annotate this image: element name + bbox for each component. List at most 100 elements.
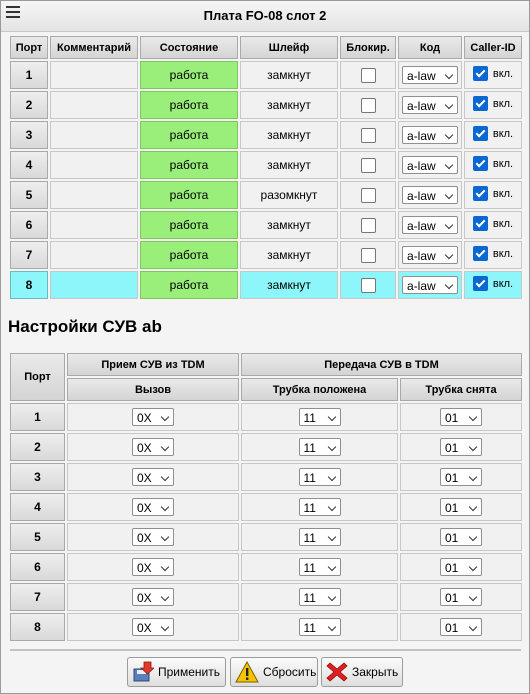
comment-cell[interactable] bbox=[50, 211, 138, 239]
caller-id-checkbox[interactable] bbox=[472, 156, 488, 171]
chevron-down-icon bbox=[327, 442, 336, 452]
suv-port-number: 6 bbox=[10, 553, 65, 581]
block-cell bbox=[340, 181, 396, 209]
caller-id-checkbox[interactable] bbox=[472, 126, 488, 141]
block-checkbox[interactable] bbox=[360, 247, 376, 263]
close-button[interactable]: Закрыть bbox=[321, 657, 403, 687]
off-hook-select[interactable]: 01 bbox=[440, 438, 482, 456]
comment-cell[interactable] bbox=[50, 151, 138, 179]
caller-id-toggle[interactable]: вкл. bbox=[472, 246, 513, 261]
call-select[interactable]: 0X bbox=[132, 588, 174, 606]
suv-col-on-hook: Трубка положена bbox=[241, 378, 398, 401]
comment-cell[interactable] bbox=[50, 271, 138, 299]
comment-cell[interactable] bbox=[50, 61, 138, 89]
on-hook-select-value: 11 bbox=[303, 561, 316, 575]
off-hook-select-value: 01 bbox=[445, 441, 459, 455]
loop-cell: замкнут bbox=[240, 91, 338, 119]
off-hook-select[interactable]: 01 bbox=[440, 618, 482, 636]
caller-id-checkbox[interactable] bbox=[472, 276, 488, 291]
on-hook-select[interactable]: 11 bbox=[298, 438, 341, 456]
code-select[interactable]: a-law bbox=[402, 246, 458, 264]
caller-id-toggle[interactable]: вкл. bbox=[472, 96, 514, 111]
on-hook-select[interactable]: 11 bbox=[298, 498, 341, 516]
comment-cell[interactable] bbox=[50, 241, 138, 269]
call-select-value: 0X bbox=[137, 561, 152, 575]
ports-row[interactable]: 7 работа замкнут a-law вкл. bbox=[10, 241, 522, 269]
code-select[interactable]: a-law bbox=[402, 216, 458, 234]
on-hook-cell: 11 bbox=[241, 403, 398, 431]
ports-row[interactable]: 8 работа замкнут a-law вкл. bbox=[10, 271, 522, 299]
ports-row[interactable]: 4 работа замкнут a-law вкл. bbox=[10, 151, 522, 179]
caller-id-toggle[interactable]: вкл. bbox=[472, 186, 513, 201]
comment-cell[interactable] bbox=[50, 91, 138, 119]
block-checkbox[interactable] bbox=[360, 277, 376, 293]
off-hook-cell: 01 bbox=[400, 433, 522, 461]
suv-row: 5 0X 11 01 bbox=[10, 523, 522, 551]
block-checkbox[interactable] bbox=[360, 97, 376, 113]
code-select[interactable]: a-law bbox=[402, 96, 458, 114]
caller-id-checkbox[interactable] bbox=[472, 216, 488, 231]
code-select[interactable]: a-law bbox=[402, 156, 458, 174]
call-select[interactable]: 0X bbox=[132, 558, 174, 576]
block-checkbox[interactable] bbox=[360, 187, 376, 203]
caller-id-checkbox[interactable] bbox=[472, 246, 488, 261]
comment-cell[interactable] bbox=[50, 121, 138, 149]
call-select[interactable]: 0X bbox=[132, 408, 174, 426]
ports-row[interactable]: 1 работа замкнут a-law вкл. bbox=[10, 61, 522, 89]
ports-row[interactable]: 2 работа замкнут a-law вкл. bbox=[10, 91, 522, 119]
on-hook-select[interactable]: 11 bbox=[298, 588, 341, 606]
off-hook-select[interactable]: 01 bbox=[440, 498, 482, 516]
port-number: 3 bbox=[10, 121, 48, 149]
state-cell: работа bbox=[140, 61, 238, 89]
block-cell bbox=[340, 241, 396, 269]
caller-id-checkbox[interactable] bbox=[472, 96, 488, 111]
caller-id-label: вкл. bbox=[492, 97, 514, 110]
block-checkbox[interactable] bbox=[360, 217, 376, 233]
caller-id-checkbox[interactable] bbox=[472, 66, 488, 81]
on-hook-select[interactable]: 11 bbox=[298, 558, 341, 576]
caller-id-toggle[interactable]: вкл. bbox=[472, 66, 513, 81]
caller-id-toggle[interactable]: вкл. bbox=[472, 156, 513, 171]
call-select[interactable]: 0X bbox=[132, 528, 174, 546]
off-hook-select-value: 01 bbox=[445, 531, 459, 545]
block-cell bbox=[340, 211, 396, 239]
call-select[interactable]: 0X bbox=[132, 618, 174, 636]
caller-id-toggle[interactable]: вкл. bbox=[472, 126, 513, 141]
off-hook-select[interactable]: 01 bbox=[440, 558, 482, 576]
call-select[interactable]: 0X bbox=[132, 498, 174, 516]
caller-id-toggle[interactable]: вкл. bbox=[472, 276, 513, 291]
close-label: Закрыть bbox=[352, 665, 399, 679]
ports-row[interactable]: 5 работа разомкнут a-law вкл. bbox=[10, 181, 522, 209]
comment-cell[interactable] bbox=[50, 181, 138, 209]
on-hook-select[interactable]: 11 bbox=[298, 618, 341, 636]
call-select[interactable]: 0X bbox=[132, 438, 174, 456]
suv-port-number: 7 bbox=[10, 583, 65, 611]
block-checkbox[interactable] bbox=[360, 127, 376, 143]
on-hook-select[interactable]: 11 bbox=[298, 408, 341, 426]
on-hook-select[interactable]: 11 bbox=[298, 468, 341, 486]
code-select-value: a-law bbox=[407, 129, 436, 143]
ports-row[interactable]: 6 работа замкнут a-law вкл. bbox=[10, 211, 522, 239]
on-hook-select[interactable]: 11 bbox=[298, 528, 341, 546]
code-select[interactable]: a-law bbox=[402, 126, 458, 144]
reset-button[interactable]: Сбросить bbox=[230, 657, 318, 687]
port-number: 6 bbox=[10, 211, 48, 239]
caller-id-checkbox[interactable] bbox=[472, 186, 488, 201]
block-checkbox[interactable] bbox=[360, 157, 376, 173]
off-hook-select-value: 01 bbox=[445, 501, 459, 515]
apply-button[interactable]: Применить bbox=[127, 657, 226, 687]
code-select[interactable]: a-law bbox=[402, 276, 458, 294]
block-checkbox[interactable] bbox=[360, 67, 376, 83]
caller-id-toggle[interactable]: вкл. bbox=[472, 216, 513, 231]
chevron-down-icon bbox=[468, 622, 478, 632]
call-select[interactable]: 0X bbox=[132, 468, 174, 486]
off-hook-select[interactable]: 01 bbox=[440, 408, 482, 426]
code-select[interactable]: a-law bbox=[402, 66, 458, 84]
code-select[interactable]: a-law bbox=[402, 186, 458, 204]
ports-row[interactable]: 3 работа замкнут a-law вкл. bbox=[10, 121, 522, 149]
off-hook-select[interactable]: 01 bbox=[440, 528, 482, 546]
caller-id-cell: вкл. bbox=[464, 271, 522, 299]
off-hook-select[interactable]: 01 bbox=[440, 588, 482, 606]
off-hook-select[interactable]: 01 bbox=[440, 468, 482, 486]
loop-cell: замкнут bbox=[240, 121, 338, 149]
